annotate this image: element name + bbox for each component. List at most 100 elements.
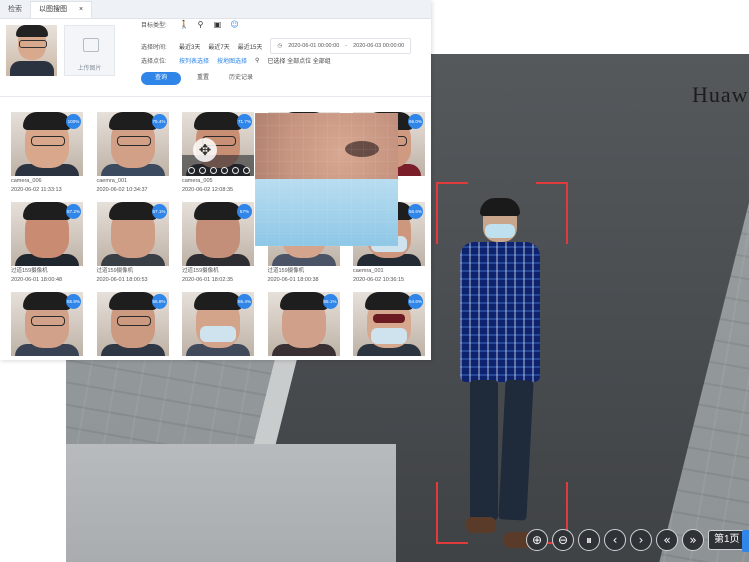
similarity-badge: 71.7%: [237, 114, 252, 129]
location-label: 选择点位:: [141, 59, 167, 65]
result-card[interactable]: 55.1%: [267, 292, 340, 358]
select-by-list-link[interactable]: 按列表选择: [179, 56, 209, 65]
date-end: 2020-06-03 00:00:00: [353, 43, 405, 49]
result-camera: camera_005: [182, 178, 213, 184]
move-icon[interactable]: ✥: [193, 138, 217, 162]
reset-button[interactable]: 重置: [187, 72, 219, 85]
date-range-picker[interactable]: ◷ 2020-06-01 00:00:00 - 2020-06-03 00:00…: [270, 38, 412, 54]
time-option-3d[interactable]: 最近3天: [179, 42, 200, 51]
pedestrian-icon[interactable]: 🚶: [179, 20, 189, 29]
similarity-badge: 56.6%: [408, 204, 423, 219]
time-option-15d[interactable]: 最近15天: [238, 42, 263, 51]
time-option-7d[interactable]: 最近7天: [208, 42, 229, 51]
pedestrian: [438, 198, 558, 562]
zoomed-face-preview: [255, 113, 398, 246]
first-page-icon[interactable]: «: [656, 529, 678, 551]
result-card[interactable]: 55.8%: [11, 292, 83, 358]
card-action-icon[interactable]: [243, 167, 250, 174]
result-camera: 过道159摄像机: [267, 268, 305, 274]
target-type-row: 目标类型: 🚶 ⚲ ▣ ☺: [141, 20, 239, 29]
result-card[interactable]: 55.8%: [96, 292, 169, 358]
result-camera: caemra_001: [96, 178, 128, 184]
similarity-badge: 67.2%: [66, 204, 81, 219]
result-time: 2020-06-02 11:33:13: [11, 187, 62, 193]
query-face-image: [6, 25, 57, 76]
card-action-icon[interactable]: [188, 167, 195, 174]
location-row: 选择点位: 按列表选择 按地图选择 ⚲ 已选择 全部点位 全部组: [141, 56, 331, 65]
result-face-image: 57.1%: [96, 202, 169, 266]
similarity-badge: 55.4%: [237, 294, 252, 309]
tab-search[interactable]: 检索: [0, 2, 30, 18]
upload-image-button[interactable]: 上传图片: [64, 25, 115, 76]
result-time: 2020-06-01 18:00:38: [267, 277, 319, 283]
time-row: 选择时间: 最近3天 最近7天 最近15天 ◷ 2020-06-01 00:00…: [141, 38, 412, 54]
close-icon[interactable]: ×: [79, 2, 83, 18]
result-card[interactable]: 54.6%: [353, 292, 425, 358]
result-card[interactable]: 55.4%: [182, 292, 254, 358]
target-type-label: 目标类型:: [141, 23, 167, 29]
result-time: 2020-06-01 18:00:53: [96, 277, 148, 283]
pause-icon[interactable]: ⏸: [578, 529, 600, 551]
card-action-icon[interactable]: [221, 167, 228, 174]
time-label: 选择时间:: [141, 44, 167, 51]
tab-bar: 检索 以图搜图 ×: [0, 0, 431, 19]
zoom-out-icon[interactable]: ⊖: [552, 529, 574, 551]
similarity-badge: 55.8%: [66, 294, 81, 309]
result-time: 2020-06-02 10:34:37: [96, 187, 148, 193]
similarity-badge: 55.8%: [151, 294, 167, 309]
similarity-badge: 55.1%: [322, 294, 338, 309]
card-action-icon[interactable]: [199, 167, 206, 174]
next-icon[interactable]: ›: [630, 529, 652, 551]
similarity-badge: 75.4%: [151, 114, 167, 129]
date-separator: -: [345, 43, 348, 49]
similarity-badge: 66.0%: [408, 114, 423, 129]
result-time: 2020-06-01 18:02:35: [182, 277, 234, 283]
similarity-badge: 57%: [237, 204, 252, 219]
result-card[interactable]: 57.1% 过道159摄像机 2020-06-01 18:00:53: [96, 202, 169, 284]
similarity-badge: 100%: [66, 114, 81, 129]
car-icon[interactable]: ▣: [213, 20, 222, 29]
result-card[interactable]: 67.2% 过道159摄像机 2020-06-01 18:00:48: [11, 202, 83, 284]
upload-label: 上传图片: [77, 66, 102, 72]
result-face-image: 54.6%: [353, 292, 425, 356]
result-camera: 过道159摄像机: [182, 268, 219, 274]
zoom-in-icon[interactable]: ⊕: [526, 529, 548, 551]
result-face-image: 100%: [11, 112, 83, 176]
page-indicator: 第1页: [708, 530, 746, 550]
result-camera: 过道159摄像机: [96, 268, 134, 274]
result-face-image: 55.1%: [267, 292, 340, 356]
result-time: 2020-06-02 10:36:15: [353, 277, 405, 283]
divider: [0, 96, 431, 97]
player-controls: ⊕ ⊖ ⏸ ‹ › « » 第1页: [526, 526, 746, 554]
date-start: 2020-06-01 00:00:00: [288, 43, 340, 49]
similarity-badge: 54.6%: [408, 294, 423, 309]
tab-label: 以图搜图: [39, 6, 67, 13]
last-page-icon[interactable]: »: [682, 529, 704, 551]
search-button[interactable]: 查询: [141, 72, 181, 85]
location-pin-icon: ⚲: [255, 58, 260, 64]
action-button-edge[interactable]: [742, 530, 749, 552]
history-button[interactable]: 历史记录: [225, 72, 257, 85]
card-action-icon[interactable]: [210, 167, 217, 174]
result-card[interactable]: 75.4% caemra_001 2020-06-02 10:34:37: [96, 112, 169, 194]
result-camera: 过道159摄像机: [11, 268, 48, 274]
result-face-image: 71.7%: [182, 112, 254, 176]
bicycle-icon[interactable]: ⚲: [196, 20, 205, 29]
result-card[interactable]: 57% 过道159摄像机 2020-06-01 18:02:35: [182, 202, 254, 284]
prev-icon[interactable]: ‹: [604, 529, 626, 551]
sidewalk: [66, 444, 396, 562]
result-face-image: 55.8%: [96, 292, 169, 356]
result-camera: camera_006: [11, 178, 42, 184]
select-by-map-link[interactable]: 按地图选择: [217, 56, 247, 65]
image-icon: [83, 38, 99, 52]
result-time: 2020-06-02 12:08:35: [182, 187, 234, 193]
tab-image-search[interactable]: 以图搜图 ×: [30, 1, 93, 18]
clock-icon: ◷: [277, 43, 283, 49]
face-icon[interactable]: ☺: [230, 20, 239, 29]
result-time: 2020-06-01 18:00:48: [11, 277, 63, 283]
result-card[interactable]: 100% camera_006 2020-06-02 11:33:13: [11, 112, 83, 194]
card-action-icon[interactable]: [232, 167, 239, 174]
sign-text: Huaw: [692, 82, 749, 107]
query-area: 上传图片 目标类型: 🚶 ⚲ ▣ ☺ 选择时间: 最近3天 最近7天 最近15天…: [0, 18, 431, 90]
result-face-image: 55.4%: [182, 292, 254, 356]
